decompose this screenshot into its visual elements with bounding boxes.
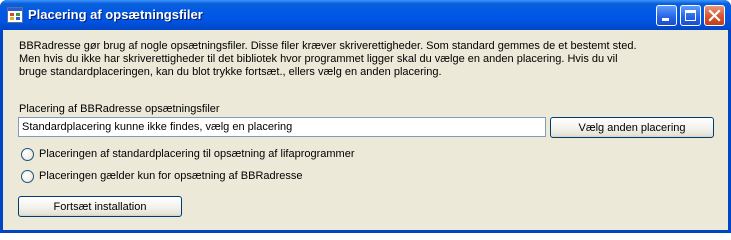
- close-button[interactable]: [704, 5, 725, 26]
- description-line: bruge standardplaceringen, kan du blot t…: [19, 66, 442, 78]
- radio-label: Placeringen af standardplacering til ops…: [39, 148, 355, 160]
- radio-button[interactable]: [21, 170, 34, 183]
- installer-window: Placering af opsætningsfiler BBRadresse …: [0, 0, 731, 233]
- maximize-button[interactable]: [680, 5, 701, 26]
- choose-location-button[interactable]: Vælg anden placering: [550, 117, 714, 138]
- location-input[interactable]: [18, 117, 546, 137]
- radio-label: Placeringen gælder kun for opsætning af …: [39, 170, 303, 182]
- description-text: BBRadresse gør brug af nogle opsætningsf…: [19, 40, 719, 79]
- title-bar[interactable]: Placering af opsætningsfiler: [0, 0, 731, 30]
- window-border-bottom: [0, 230, 731, 233]
- window-title: Placering af opsætningsfiler: [28, 7, 203, 22]
- window-app-icon: [7, 7, 23, 23]
- continue-installation-button[interactable]: Fortsæt installation: [18, 196, 182, 217]
- description-line: BBRadresse gør brug af nogle opsætningsf…: [19, 40, 637, 52]
- dialog-body: BBRadresse gør brug af nogle opsætningsf…: [3, 30, 728, 230]
- description-line: Men hvis du ikke har skriverettigheder t…: [19, 53, 618, 65]
- radio-button[interactable]: [21, 148, 34, 161]
- minimize-button[interactable]: [656, 5, 677, 26]
- location-field-label: Placering af BBRadresse opsætningsfiler: [19, 103, 220, 115]
